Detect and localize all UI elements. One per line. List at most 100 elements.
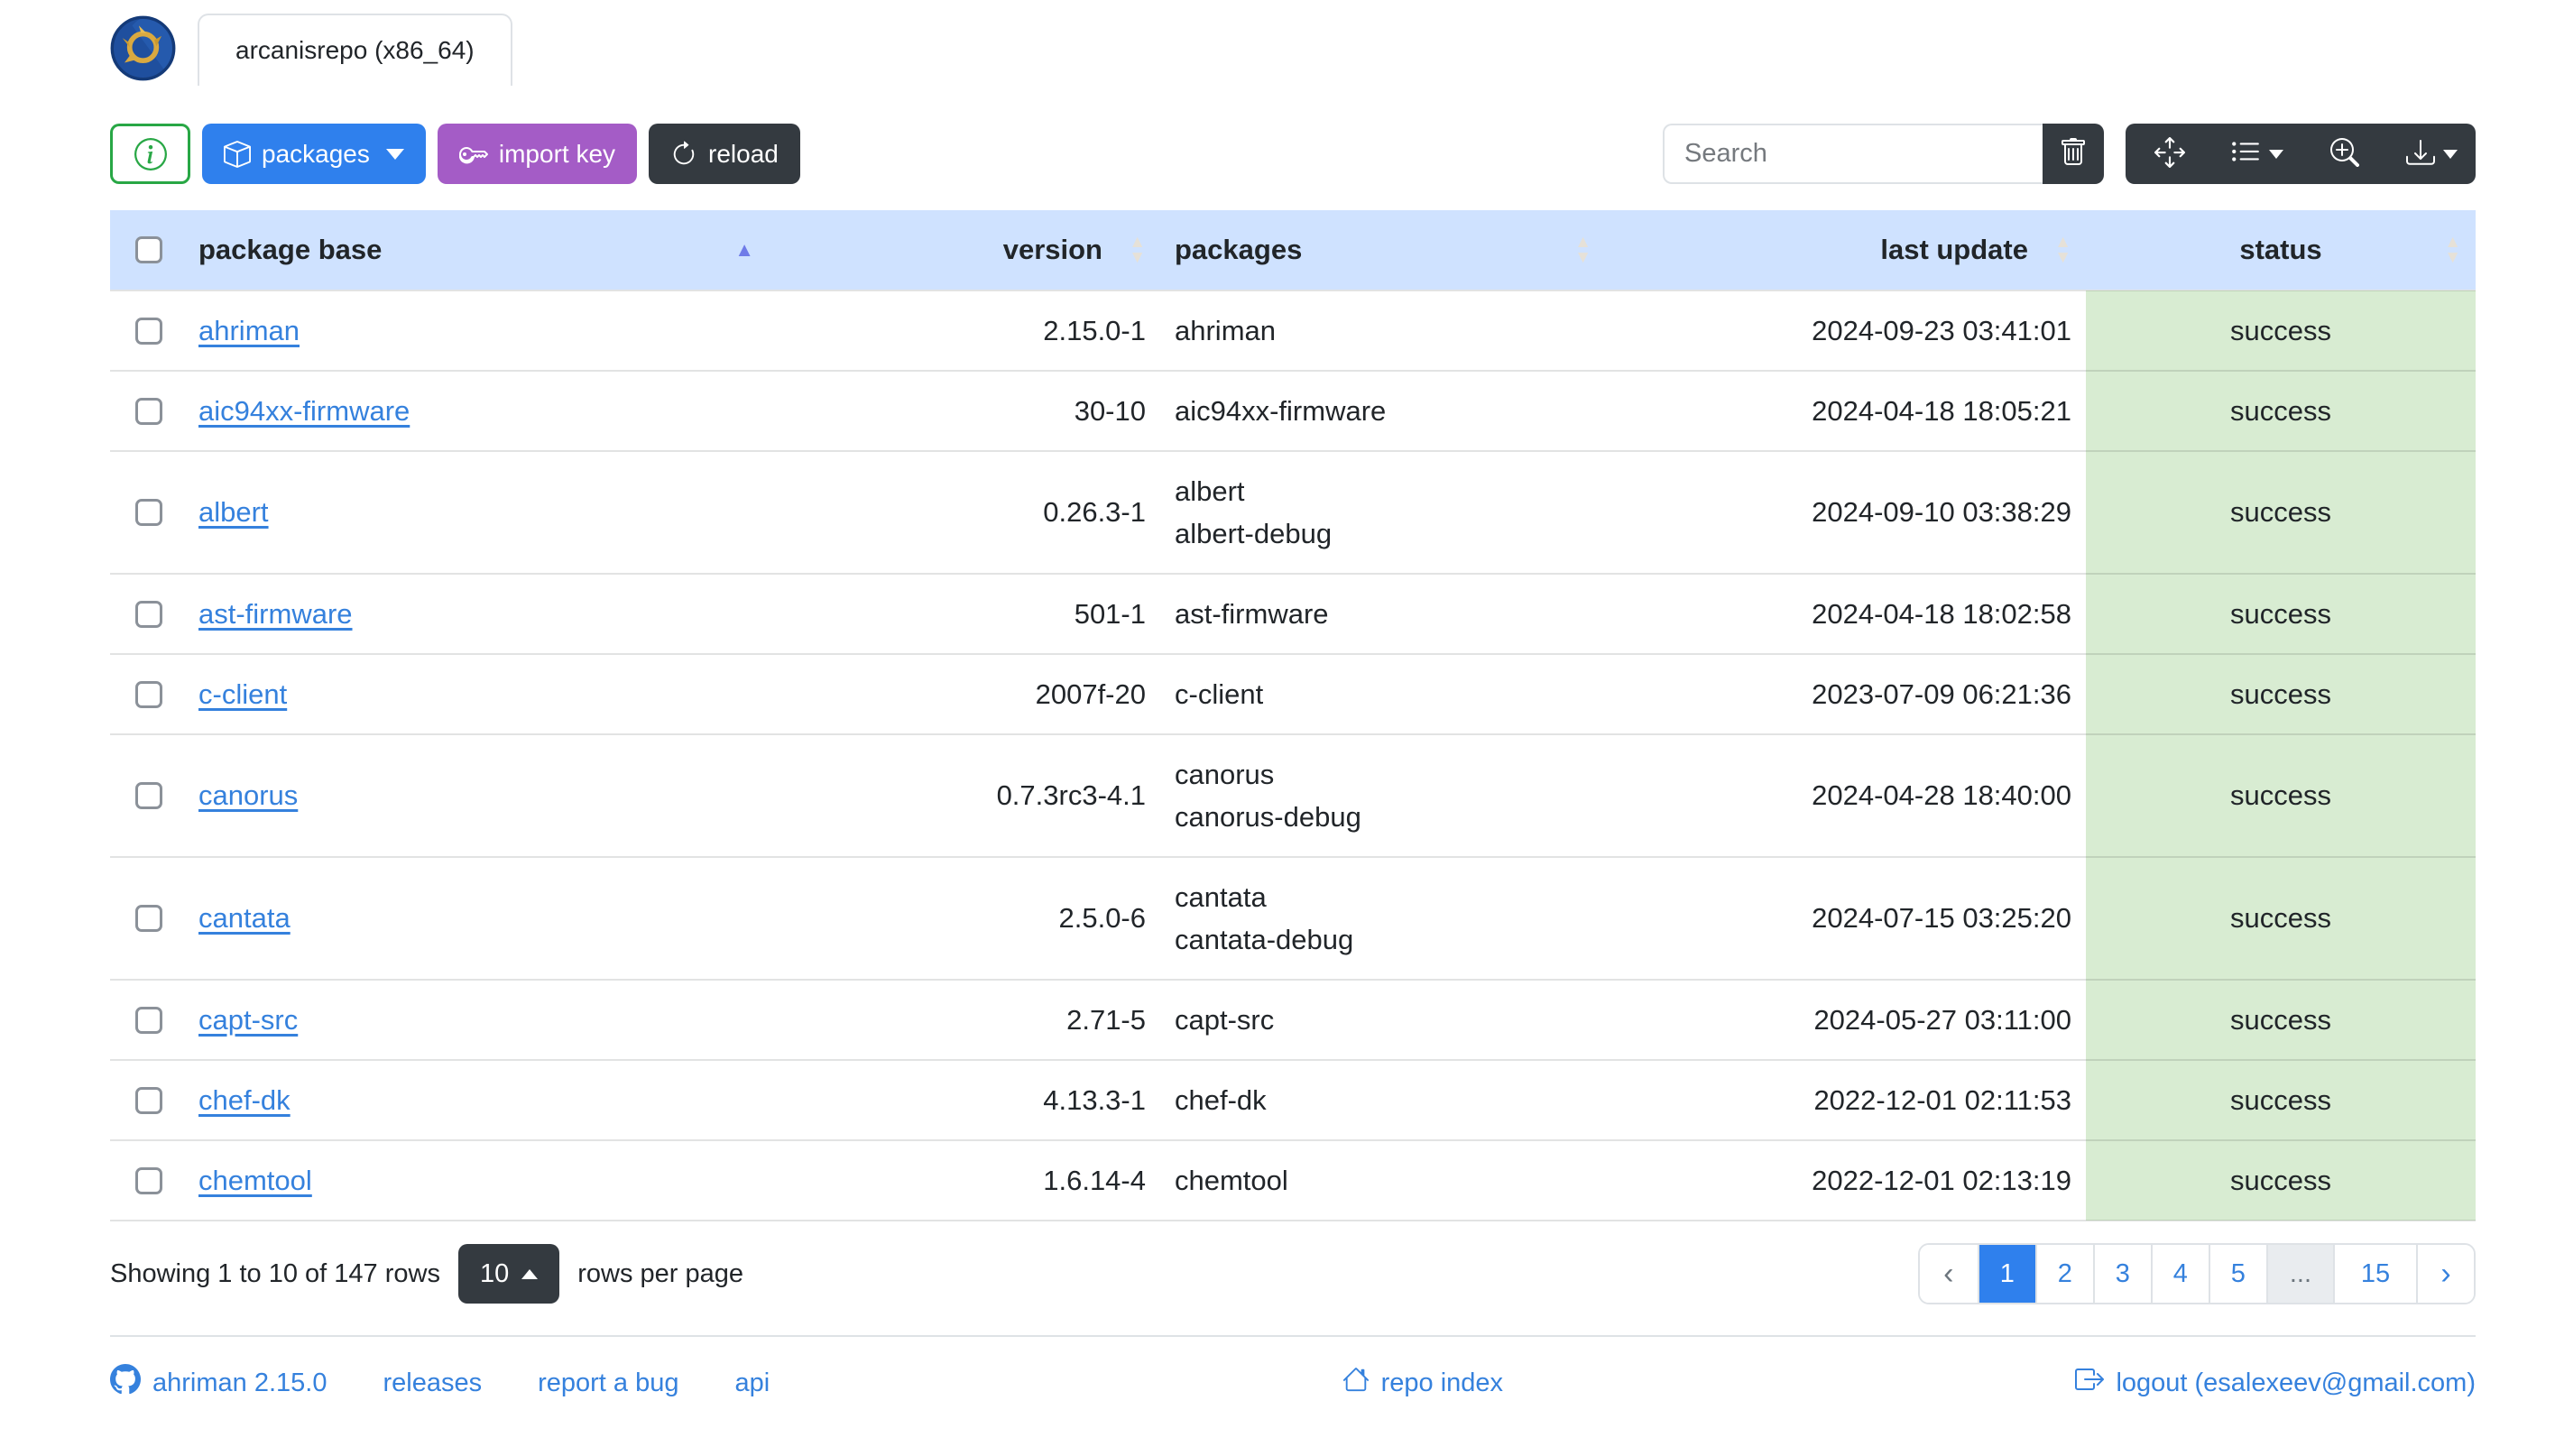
status-cell: success (2086, 290, 2476, 371)
footer: ahriman 2.15.0 releases report a bug api… (110, 1364, 2476, 1456)
clear-search-button[interactable] (2043, 124, 2104, 184)
page-button-15[interactable]: 15 (2333, 1245, 2416, 1303)
packages-cell: aic94xx-firmware (1160, 370, 1606, 451)
row-checkbox[interactable] (135, 317, 162, 345)
package-base-link[interactable]: albert (198, 496, 269, 528)
package-base-link[interactable]: capt-src (198, 1004, 298, 1036)
status-cell: success (2086, 1139, 2476, 1221)
footer-separator (110, 1335, 2476, 1337)
rows-per-page-label: rows per page (577, 1258, 744, 1288)
select-all-checkbox[interactable] (135, 236, 162, 263)
releases-link[interactable]: releases (383, 1368, 482, 1398)
last-update-cell: 2024-09-10 03:38:29 (1606, 450, 2086, 574)
list-icon (2230, 137, 2261, 170)
table-row: ast-firmware 501-1 ast-firmware 2024-04-… (110, 573, 2476, 654)
page: arcanisrepo (x86_64) packages import key (0, 0, 2555, 1456)
logout-link[interactable]: logout (esalexeev@gmail.com) (2075, 1365, 2476, 1401)
packages-cell: chemtool (1160, 1139, 1606, 1221)
table-row: ahriman 2.15.0-1 ahriman 2024-09-23 03:4… (110, 290, 2476, 371)
reload-button[interactable]: reload (649, 124, 800, 184)
home-icon (1342, 1366, 1370, 1400)
column-header-last-update[interactable]: last update ▲ ▼ (1606, 210, 2086, 290)
package-base-link[interactable]: ahriman (198, 315, 300, 346)
column-header-version[interactable]: version ▲ ▼ (774, 210, 1160, 290)
package-base-cell: ahriman (184, 290, 774, 371)
last-update-cell: 2024-07-15 03:25:20 (1606, 856, 2086, 980)
column-header-packages[interactable]: packages ▲ ▼ (1160, 210, 1606, 290)
repo-index-link[interactable]: repo index (1342, 1366, 1503, 1400)
repository-tab-label: arcanisrepo (x86_64) (235, 36, 475, 64)
footer-left: ahriman 2.15.0 releases report a bug api (110, 1364, 770, 1402)
row-checkbox[interactable] (135, 600, 162, 628)
column-label: package base (198, 234, 383, 265)
version-cell: 2007f-20 (774, 653, 1160, 734)
packages-cell: capt-src (1160, 979, 1606, 1060)
checkbox-cell (110, 1139, 184, 1221)
ahriman-version-link[interactable]: ahriman 2.15.0 (110, 1364, 327, 1402)
repository-tab[interactable]: arcanisrepo (x86_64) (198, 14, 512, 86)
package-base-link[interactable]: ast-firmware (198, 598, 353, 630)
packages-cell: canorus canorus-debug (1160, 733, 1606, 857)
row-checkbox[interactable] (135, 1006, 162, 1034)
package-table: package base ▲ version ▲ ▼ packages ▲ ▼ la… (110, 210, 2476, 1221)
page-button-2[interactable]: 2 (2034, 1245, 2093, 1303)
sort-icon: ▲ ▼ (2054, 233, 2071, 267)
table-row: albert 0.26.3-1 albert albert-debug 2024-… (110, 450, 2476, 574)
package-base-cell: ast-firmware (184, 573, 774, 654)
import-key-button[interactable]: import key (437, 124, 638, 184)
checkbox-cell (110, 573, 184, 654)
packages-cell: chef-dk (1160, 1059, 1606, 1140)
package-table-body: ahriman 2.15.0-1 ahriman 2024-09-23 03:4… (110, 290, 2476, 1221)
page-button-4[interactable]: 4 (2150, 1245, 2209, 1303)
report-bug-link[interactable]: report a bug (538, 1368, 678, 1398)
page-button-3[interactable]: 3 (2092, 1245, 2151, 1303)
ellipsis-page-button[interactable]: ... (2265, 1245, 2333, 1303)
chevron-up-icon (521, 1268, 539, 1279)
version-cell: 0.7.3rc3-4.1 (774, 733, 1160, 857)
prev-page-button[interactable]: ‹ (1919, 1245, 1978, 1303)
packages-cell: cantata cantata-debug (1160, 856, 1606, 980)
key-icon (458, 140, 488, 169)
chevron-down-icon (385, 148, 404, 160)
page-button-5[interactable]: 5 (2208, 1245, 2266, 1303)
checkbox-cell (110, 733, 184, 857)
toolbar: packages import key reload (110, 124, 2476, 184)
row-checkbox[interactable] (135, 1166, 162, 1194)
search-input[interactable] (1663, 124, 2043, 184)
info-button[interactable] (110, 124, 190, 184)
api-link[interactable]: api (734, 1368, 770, 1398)
package-base-link[interactable]: chemtool (198, 1165, 312, 1196)
table-row: chef-dk 4.13.3-1 chef-dk 2022-12-01 02:1… (110, 1059, 2476, 1140)
row-checkbox[interactable] (135, 1086, 162, 1114)
packages-cell: albert albert-debug (1160, 450, 1606, 574)
checkbox-cell (110, 653, 184, 734)
page-button-1[interactable]: 1 (1977, 1245, 2035, 1303)
last-update-cell: 2024-04-18 18:02:58 (1606, 573, 2086, 654)
package-base-link[interactable]: canorus (198, 779, 298, 811)
zoom-button[interactable] (2301, 124, 2388, 184)
column-header-package-base[interactable]: package base ▲ (184, 210, 774, 290)
fullscreen-button[interactable] (2126, 124, 2213, 184)
row-checkbox[interactable] (135, 397, 162, 425)
arrow-clockwise-icon (670, 141, 697, 168)
packages-cell: ahriman (1160, 290, 1606, 371)
table-row: canorus 0.7.3rc3-4.1 canorus canorus-debu… (110, 733, 2476, 857)
row-checkbox[interactable] (135, 499, 162, 526)
package-base-link[interactable]: c-client (198, 678, 287, 710)
checkbox-cell (110, 856, 184, 980)
export-dropdown-button[interactable] (2388, 124, 2476, 184)
checkbox-cell (110, 290, 184, 371)
reload-button-label: reload (708, 139, 779, 168)
columns-dropdown-button[interactable] (2213, 124, 2301, 184)
package-base-link[interactable]: chef-dk (198, 1084, 291, 1116)
column-header-status[interactable]: status ▲ ▼ (2086, 210, 2476, 290)
packages-dropdown-button[interactable]: packages (202, 124, 426, 184)
status-cell: success (2086, 979, 2476, 1060)
row-checkbox[interactable] (135, 782, 162, 809)
package-base-link[interactable]: aic94xx-firmware (198, 395, 410, 427)
row-checkbox[interactable] (135, 680, 162, 708)
row-checkbox[interactable] (135, 905, 162, 932)
package-base-link[interactable]: cantata (198, 902, 291, 934)
next-page-button[interactable]: › (2416, 1245, 2474, 1303)
page-size-dropdown[interactable]: 10 (457, 1244, 560, 1304)
